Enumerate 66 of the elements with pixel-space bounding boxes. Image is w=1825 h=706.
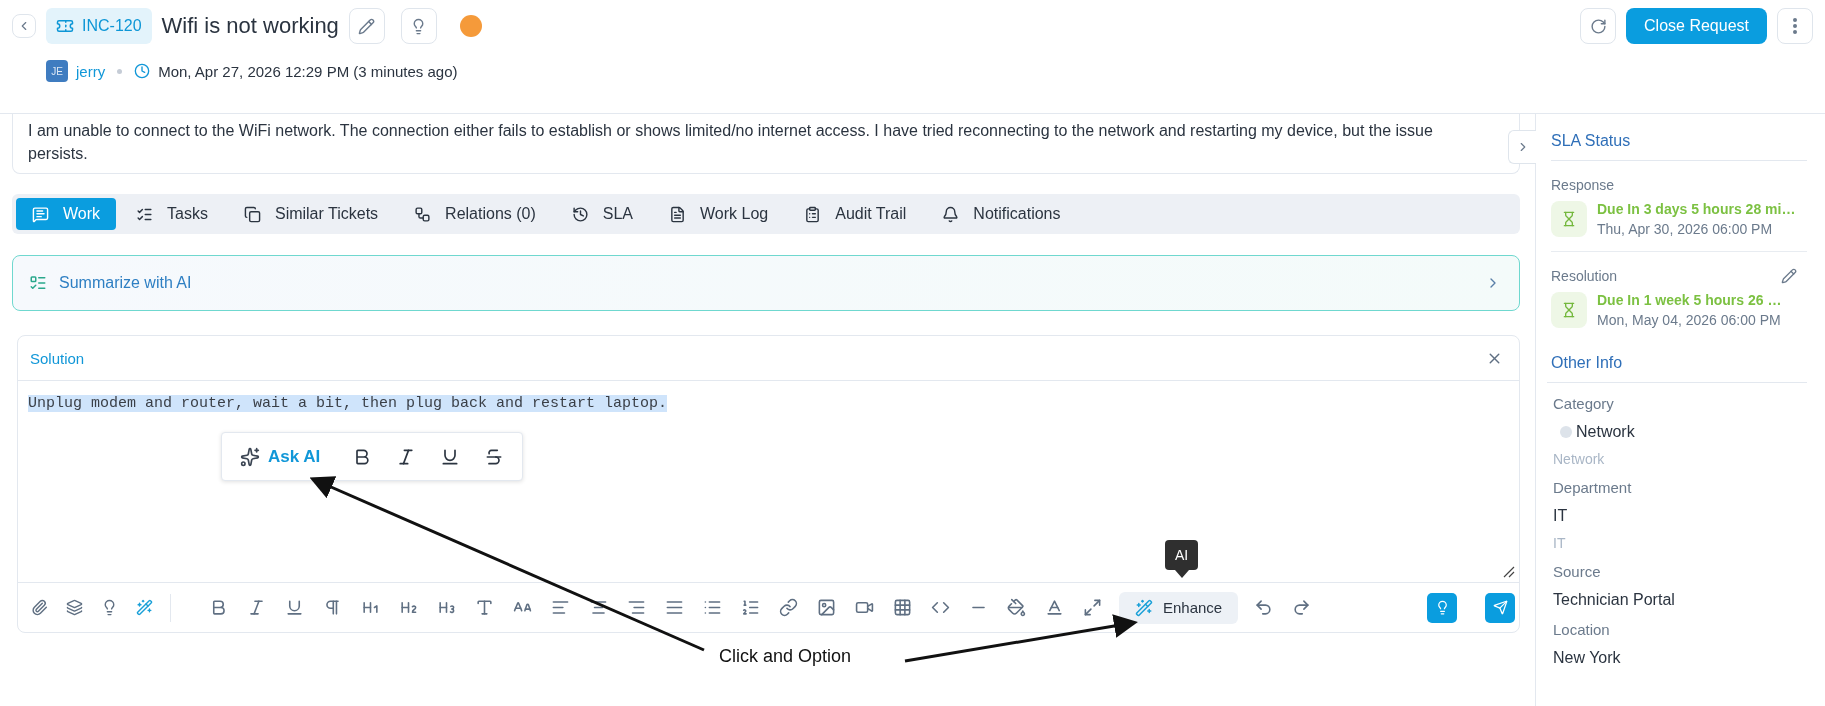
field-label: Department bbox=[1553, 479, 1633, 496]
tab[interactable]: Notifications bbox=[926, 198, 1077, 230]
lightbulb-button[interactable] bbox=[1427, 592, 1457, 623]
ticket-icon bbox=[56, 17, 74, 35]
refresh-icon bbox=[1589, 17, 1607, 35]
tooltip-arrow-icon bbox=[1175, 569, 1189, 578]
clipboard-icon bbox=[804, 205, 822, 223]
sla-date: Mon, May 04, 2026 06:00 PM bbox=[1597, 312, 1782, 328]
tab[interactable]: Relations (0) bbox=[398, 198, 552, 230]
sparkles-icon bbox=[240, 446, 260, 467]
history-icon bbox=[571, 205, 589, 223]
created-time: Mon, Apr 27, 2026 12:29 PM (3 minutes ago) bbox=[158, 62, 458, 80]
more-button[interactable] bbox=[1777, 8, 1813, 44]
nodes-icon bbox=[414, 205, 432, 223]
sla-due: Due In 3 days 5 hours 28 mi… bbox=[1597, 201, 1796, 217]
sla-due: Due In 1 week 5 hours 26 … bbox=[1597, 292, 1782, 308]
checklist-icon bbox=[29, 274, 47, 292]
sla-label: Resolution bbox=[1551, 268, 1618, 284]
field-value: Network bbox=[1576, 423, 1635, 441]
send-icon bbox=[1492, 600, 1508, 615]
field-label: Location bbox=[1553, 621, 1611, 638]
field-label: Source bbox=[1553, 563, 1602, 580]
sla-date: Thu, Apr 30, 2026 06:00 PM bbox=[1597, 221, 1774, 237]
field-subvalue: Network bbox=[1553, 451, 1606, 467]
editor-title: Solution bbox=[30, 349, 85, 367]
section-title: Other Info bbox=[1547, 354, 1807, 383]
bell-icon bbox=[942, 205, 960, 223]
document-icon bbox=[669, 205, 687, 223]
sla-label: Response bbox=[1551, 177, 1615, 193]
field-subvalue: IT bbox=[1553, 535, 1567, 551]
magic-wand-icon bbox=[1135, 598, 1153, 617]
hourglass-icon bbox=[1551, 201, 1587, 237]
summarize-button[interactable]: Summarize with AI bbox=[12, 255, 1520, 311]
emoji-icon bbox=[458, 14, 483, 38]
user-avatar: JE bbox=[46, 60, 68, 82]
enhance-button[interactable]: Enhance bbox=[1119, 591, 1239, 624]
solution-text[interactable]: Unplug modem and router, wait a bit, then plug back and restart laptop. bbox=[28, 395, 668, 412]
lightbulb-button[interactable] bbox=[400, 8, 437, 44]
annotation-text: Click and Option bbox=[719, 646, 852, 667]
field-value: IT bbox=[1553, 507, 1569, 525]
tab[interactable]: Work Log bbox=[653, 198, 785, 230]
tab[interactable]: Tasks bbox=[120, 198, 224, 230]
chat-icon bbox=[32, 205, 49, 223]
resize-handle-icon[interactable] bbox=[1503, 566, 1515, 578]
tab[interactable]: Similar Tickets bbox=[227, 198, 395, 230]
ticket-id: INC-120 bbox=[82, 17, 142, 35]
separator-dot bbox=[117, 68, 123, 74]
field-label: Category bbox=[1553, 395, 1615, 412]
field-value: New York bbox=[1553, 649, 1622, 667]
tab[interactable]: Audit Trail bbox=[788, 198, 923, 230]
hourglass-icon bbox=[1551, 292, 1587, 328]
description-text: I am unable to connect to the WiFi network. The connection either fails to establish or shows limited/no internet access. I have tried reconnecting to the network and restarting my device, but the issue persists. bbox=[28, 121, 1434, 164]
tooltip: AI bbox=[1165, 539, 1199, 570]
more-icon bbox=[1793, 18, 1797, 34]
ticket-title: Wifi is not working bbox=[161, 13, 339, 39]
section-title: SLA Status bbox=[1551, 132, 1807, 161]
edit-icon[interactable] bbox=[1781, 268, 1797, 284]
field-value: Technician Portal bbox=[1553, 591, 1676, 609]
refresh-button[interactable] bbox=[1580, 8, 1617, 44]
edit-button[interactable] bbox=[348, 8, 385, 44]
pencil-icon bbox=[358, 17, 376, 35]
category-dot-icon bbox=[1560, 426, 1572, 438]
copy-icon bbox=[243, 205, 261, 223]
clock-icon bbox=[134, 63, 151, 79]
tab[interactable]: SLA bbox=[555, 198, 650, 230]
send-button[interactable] bbox=[1485, 592, 1515, 623]
